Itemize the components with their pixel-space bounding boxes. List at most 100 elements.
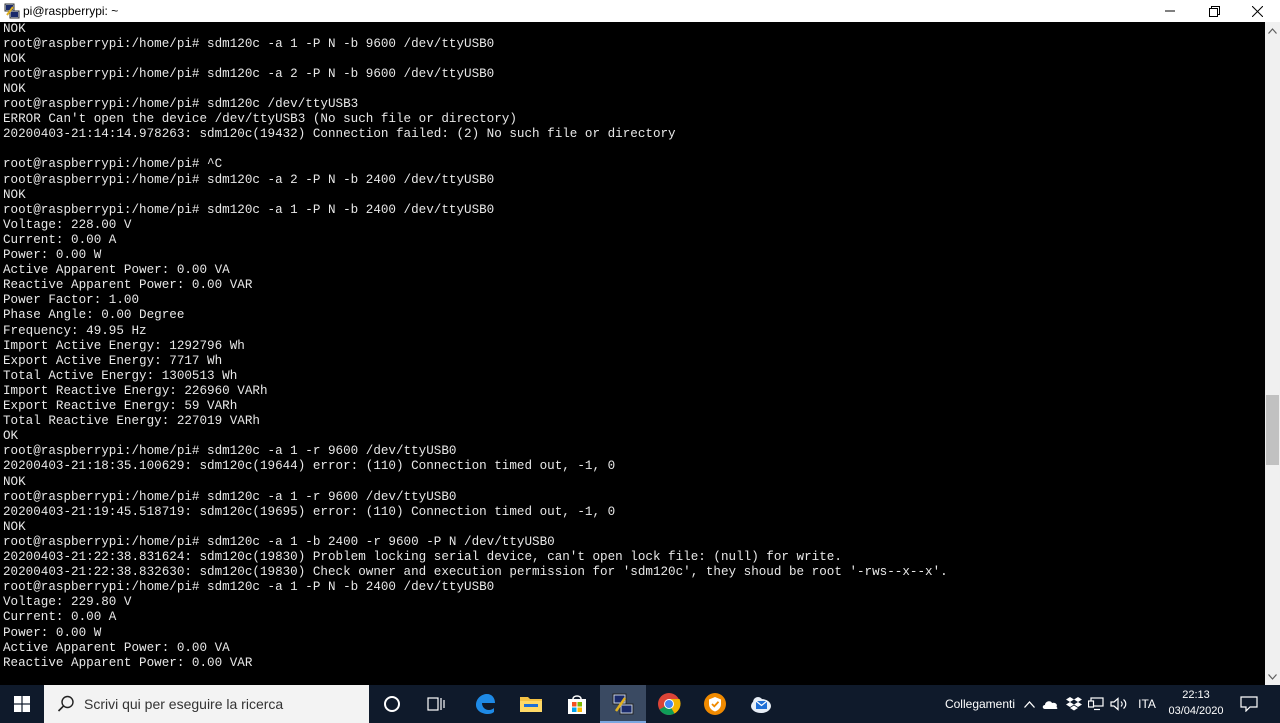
terminal-line: Power: 0.00 W [3, 625, 102, 640]
taskbar-mail-app[interactable] [738, 685, 784, 723]
terminal-line: 20200403-21:19:45.518719: sdm120c(19695)… [3, 504, 616, 519]
close-icon [1251, 5, 1263, 17]
terminal-line: root@raspberrypi:/home/pi# sdm120c /dev/… [3, 97, 359, 111]
terminal-line: Total Reactive Energy: 227019 VARh [3, 414, 260, 429]
terminal-line: Power Factor: 1.00 [3, 293, 140, 308]
terminal-line: root@raspberrypi:/home/pi# sdm120c -a 1 … [3, 444, 457, 459]
mail-cloud-icon [751, 697, 771, 713]
chevron-down-icon [1268, 673, 1277, 680]
scroll-down-button[interactable] [1265, 668, 1280, 685]
terminal-line: Total Active Energy: 1300513 Wh [3, 368, 238, 383]
folder-icon [520, 697, 542, 712]
terminal-line: Export Active Energy: 7717 Wh [3, 353, 223, 368]
chrome-icon [658, 693, 681, 715]
terminal-line: root@raspberrypi:/home/pi# sdm120c -a 2 … [3, 66, 495, 81]
action-center-button[interactable] [1234, 685, 1264, 723]
close-button[interactable] [1234, 0, 1280, 22]
tray-dropbox[interactable] [1064, 685, 1084, 723]
show-hidden-icons-button[interactable] [1020, 685, 1038, 723]
taskbar-putty[interactable] [600, 685, 646, 723]
search-placeholder: Scrivi qui per eseguire la ricerca [84, 696, 284, 712]
terminal-line: NOK [3, 81, 26, 96]
terminal-line: Power: 0.00 W [3, 248, 102, 262]
window-title-bar[interactable]: pi@raspberrypi: ~ [0, 0, 1280, 22]
terminal-line: Current: 0.00 A [3, 232, 117, 247]
terminal-line: 20200403-21:14:14.978263: sdm120c(19432)… [3, 127, 676, 142]
taskbar-edge[interactable] [462, 685, 508, 723]
task-view-icon [427, 697, 445, 711]
tray-links-label: Collegamenti [944, 697, 1016, 711]
cloud-icon [1042, 700, 1057, 709]
chevron-up-icon [1023, 700, 1035, 708]
putty-icon [612, 693, 634, 715]
vertical-scrollbar[interactable] [1265, 22, 1280, 685]
tray-input-language[interactable]: ITA [1132, 685, 1162, 723]
terminal-line: 20200403-21:18:35.100629: sdm120c(19644)… [3, 459, 616, 474]
cortana-button[interactable] [370, 685, 414, 723]
terminal-line: Reactive Apparent Power: 0.00 VAR [3, 655, 253, 670]
terminal-line: NOK [3, 51, 26, 66]
scroll-thumb[interactable] [1266, 395, 1279, 465]
putty-app-icon [4, 3, 20, 19]
taskbar-store[interactable] [554, 685, 600, 723]
restore-icon [1208, 5, 1220, 17]
clock-date: 03/04/2020 [1168, 705, 1224, 717]
taskbar-file-explorer[interactable] [508, 685, 554, 723]
cortana-circle-icon [384, 696, 400, 712]
terminal-line: Reactive Apparent Power: 0.00 VAR [3, 278, 253, 293]
network-icon [1088, 697, 1104, 711]
tray-volume[interactable] [1108, 685, 1130, 723]
terminal-line: root@raspberrypi:/home/pi# sdm120c -a 1 … [3, 534, 555, 549]
terminal-line: Import Reactive Energy: 226960 VARh [3, 383, 268, 398]
window-title: pi@raspberrypi: ~ [23, 4, 119, 18]
terminal-line: Current: 0.00 A [3, 610, 117, 625]
chevron-up-icon [1268, 27, 1277, 34]
tray-links-toolbar[interactable]: Collegamenti [940, 685, 1020, 723]
notification-icon [1240, 696, 1258, 712]
terminal-line: 20200403-21:22:38.831624: sdm120c(19830)… [3, 550, 842, 564]
terminal-line: Voltage: 228.00 V [3, 217, 132, 232]
terminal-line: NOK [3, 22, 26, 36]
search-icon [57, 695, 74, 712]
tray-onedrive[interactable] [1040, 685, 1060, 723]
terminal-line: 20200403-21:22:38.832630: sdm120c(19830)… [3, 565, 948, 580]
taskbar-chrome[interactable] [646, 685, 692, 723]
restore-button[interactable] [1191, 0, 1237, 22]
shield-icon [704, 693, 726, 715]
terminal-line: root@raspberrypi:/home/pi# sdm120c -a 2 … [3, 172, 495, 187]
terminal-line: root@raspberrypi:/home/pi# sdm120c -a 1 … [3, 580, 495, 595]
taskbar: Scrivi qui per eseguire la ricerca Colle… [0, 685, 1280, 723]
dropbox-icon [1066, 697, 1082, 711]
terminal-line: ERROR Can't open the device /dev/ttyUSB3… [3, 112, 517, 127]
terminal-line: Phase Angle: 0.00 Degree [3, 308, 185, 323]
terminal-line: root@raspberrypi:/home/pi# ^C [3, 157, 223, 172]
terminal-line: NOK [3, 519, 26, 534]
minimize-button[interactable] [1147, 0, 1193, 22]
speaker-icon [1110, 697, 1127, 711]
tray-network[interactable] [1086, 685, 1106, 723]
terminal-output[interactable]: NOK root@raspberrypi:/home/pi# sdm120c -a… [0, 22, 1265, 685]
scroll-up-button[interactable] [1265, 22, 1280, 39]
terminal-line: Active Apparent Power: 0.00 VA [3, 640, 230, 655]
terminal-line: Voltage: 229.80 V [3, 595, 132, 610]
terminal-line: root@raspberrypi:/home/pi# sdm120c -a 1 … [3, 36, 495, 51]
terminal-line: root@raspberrypi:/home/pi# sdm120c -a 1 … [3, 489, 457, 504]
edge-browser-icon [476, 694, 495, 714]
terminal-line: Export Reactive Energy: 59 VARh [3, 399, 238, 413]
store-bag-icon [568, 695, 586, 714]
task-view-button[interactable] [414, 685, 458, 723]
minimize-icon [1165, 10, 1175, 12]
clock-time: 22:13 [1182, 689, 1210, 701]
terminal-line: OK [3, 429, 19, 444]
windows-logo-icon [14, 696, 30, 712]
start-button[interactable] [0, 685, 44, 723]
terminal-line: Import Active Energy: 1292796 Wh [3, 338, 245, 353]
terminal-line: root@raspberrypi:/home/pi# sdm120c -a 1 … [3, 202, 495, 217]
taskbar-clock[interactable]: 22:13 03/04/2020 [1160, 687, 1232, 719]
terminal-line: NOK [3, 474, 26, 489]
terminal-line: NOK [3, 187, 26, 202]
language-indicator: ITA [1138, 697, 1156, 711]
terminal-line: Active Apparent Power: 0.00 VA [3, 263, 230, 278]
taskbar-avast[interactable] [692, 685, 738, 723]
taskbar-search-box[interactable]: Scrivi qui per eseguire la ricerca [44, 685, 369, 723]
